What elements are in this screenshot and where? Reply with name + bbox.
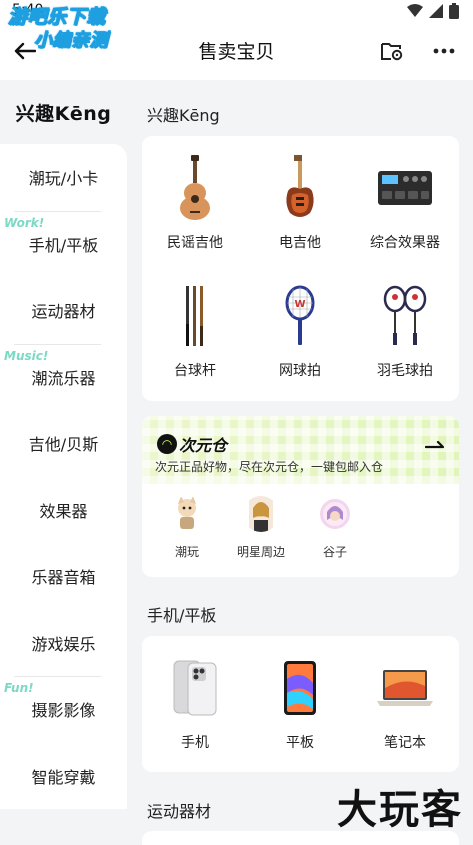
more-button[interactable] xyxy=(429,36,459,66)
effects-pedal-icon xyxy=(371,154,439,222)
promo-logo: ◠ 次元仓 xyxy=(157,432,227,456)
billiard-cue-icon xyxy=(161,282,229,350)
grid-item-acoustic-guitar[interactable]: 民谣吉他 xyxy=(145,154,245,252)
sidebar-item-sports[interactable]: 运动器材 xyxy=(0,277,127,344)
divider xyxy=(14,343,101,345)
header-actions xyxy=(377,36,459,66)
promo-item-celebrity[interactable]: 明星周边 xyxy=(231,496,291,560)
phone-icon xyxy=(161,654,229,722)
tablet-icon xyxy=(266,654,334,722)
sidebar-item-label: 吉他/贝斯 xyxy=(28,435,99,455)
electric-guitar-icon xyxy=(266,154,334,222)
divider xyxy=(14,676,101,677)
grid-item-phone[interactable]: 手机 xyxy=(145,654,245,752)
grid-item-label: 羽毛球拍 xyxy=(377,363,433,379)
sidebar-item-toys[interactable]: 潮玩/小卡 xyxy=(0,144,127,211)
promo-arrow-icon[interactable] xyxy=(424,434,445,453)
sidebar-item-label: 摄影影像 xyxy=(31,701,96,721)
app-header: 售卖宝贝 xyxy=(0,22,473,80)
acoustic-guitar-icon xyxy=(161,154,229,222)
sidebar-item-guitar-bass[interactable]: 吉他/贝斯 xyxy=(0,410,127,477)
divider xyxy=(14,210,101,212)
sidebar-item-label: 游戏娱乐 xyxy=(31,634,96,654)
section-title-phones: 手机/平板 xyxy=(147,606,217,625)
promo-item-label: 明星周边 xyxy=(236,545,285,559)
sidebar-item-games[interactable]: 游戏娱乐 xyxy=(0,610,127,677)
main-content: 兴趣Kēng 民谣吉他 电吉他 综合效果器 台球杆 W 网球拍 羽毛球拍 ◠ 次… xyxy=(127,80,473,845)
signal-icon xyxy=(429,4,443,18)
grid-item-label: 台球杆 xyxy=(174,363,216,379)
grid-item-label: 笔记本 xyxy=(384,735,426,751)
grid-item-laptop[interactable]: 笔记本 xyxy=(355,654,455,752)
promo-logo-text: 次元仓 xyxy=(179,436,228,455)
toy-figure-icon xyxy=(169,496,205,532)
section-title-sports: 运动器材 xyxy=(147,802,212,821)
tennis-racket-icon: W xyxy=(266,282,334,350)
category-sidebar: 兴趣Kēng 潮玩/小卡 Work! 手机/平板 运动器材 Music! 潮流乐… xyxy=(0,80,127,845)
status-time: 5:40 xyxy=(12,2,44,18)
interest-card: 民谣吉他 电吉他 综合效果器 台球杆 W 网球拍 羽毛球拍 xyxy=(142,136,459,401)
sidebar-item-label: 智能穿戴 xyxy=(31,767,96,787)
grid-item-label: 平板 xyxy=(286,735,314,751)
sidebar-item-instruments[interactable]: Music! 潮流乐器 xyxy=(0,343,127,411)
grid-item-tennis-racket[interactable]: W 网球拍 xyxy=(250,282,350,380)
promo-item-label: 潮玩 xyxy=(174,545,199,559)
sidebar-item-label: 乐器音箱 xyxy=(31,568,96,588)
grid-item-label: 民谣吉他 xyxy=(167,235,223,251)
grid-item-label: 综合效果器 xyxy=(370,235,440,251)
sidebar-item-label: 潮流乐器 xyxy=(31,368,96,388)
sidebar-item-label: 运动器材 xyxy=(31,302,96,322)
sidebar-item-photography[interactable]: Fun! 摄影影像 xyxy=(0,676,127,743)
section-title-interest: 兴趣Kēng xyxy=(147,106,220,125)
grid-item-label: 电吉他 xyxy=(279,235,321,251)
promo-logo-icon: ◠ xyxy=(157,434,177,454)
phones-card: 手机 平板 笔记本 xyxy=(142,636,459,772)
grid-item-electric-guitar[interactable]: 电吉他 xyxy=(250,154,350,252)
sidebar-item-phones[interactable]: Work! 手机/平板 xyxy=(0,210,127,278)
sidebar-list: 潮玩/小卡 Work! 手机/平板 运动器材 Music! 潮流乐器 吉他/贝斯… xyxy=(0,144,127,809)
sidebar-item-amps[interactable]: 乐器音箱 xyxy=(0,543,127,610)
grid-item-effects-pedal[interactable]: 综合效果器 xyxy=(355,154,455,252)
grid-item-label: 网球拍 xyxy=(279,363,321,379)
grid-item-label: 手机 xyxy=(181,735,209,751)
promo-banner[interactable]: ◠ 次元仓 次元正品好物，尽在次元仓，一键包邮入仓 潮玩 明星周边 谷子 xyxy=(142,416,459,577)
sidebar-tag: Fun! xyxy=(4,681,34,695)
sidebar-item-effects[interactable]: 效果器 xyxy=(0,477,127,544)
anime-badge-icon xyxy=(317,496,353,532)
sidebar-item-label: 潮玩/小卡 xyxy=(28,169,99,189)
sidebar-item-wearables[interactable]: 智能穿戴 xyxy=(0,743,127,810)
grid-item-badminton-racket[interactable]: 羽毛球拍 xyxy=(355,282,455,380)
folder-settings-icon xyxy=(381,43,403,61)
sidebar-brand: 兴趣Kēng xyxy=(15,102,112,125)
more-icon xyxy=(433,48,455,54)
folder-settings-button[interactable] xyxy=(377,36,407,66)
promo-item-label: 谷子 xyxy=(322,545,347,559)
celebrity-photo-icon xyxy=(243,496,279,532)
svg-text:W: W xyxy=(294,299,305,310)
status-bar: 5:40 xyxy=(0,0,473,22)
sidebar-tag: Music! xyxy=(4,348,49,363)
sidebar-item-label: 效果器 xyxy=(39,501,88,521)
promo-description: 次元正品好物，尽在次元仓，一键包邮入仓 xyxy=(155,460,384,474)
battery-icon xyxy=(449,3,459,19)
sidebar-item-label: 手机/平板 xyxy=(28,235,99,255)
status-icons xyxy=(407,3,459,19)
laptop-icon xyxy=(371,654,439,722)
sidebar-tag: Work! xyxy=(4,215,45,230)
grid-item-billiard-cue[interactable]: 台球杆 xyxy=(145,282,245,380)
badminton-racket-icon xyxy=(371,282,439,350)
wifi-icon xyxy=(407,4,423,18)
grid-item-tablet[interactable]: 平板 xyxy=(250,654,350,752)
promo-item-goods[interactable]: 谷子 xyxy=(305,496,365,560)
promo-item-toys[interactable]: 潮玩 xyxy=(157,496,217,560)
sports-card xyxy=(142,831,459,845)
